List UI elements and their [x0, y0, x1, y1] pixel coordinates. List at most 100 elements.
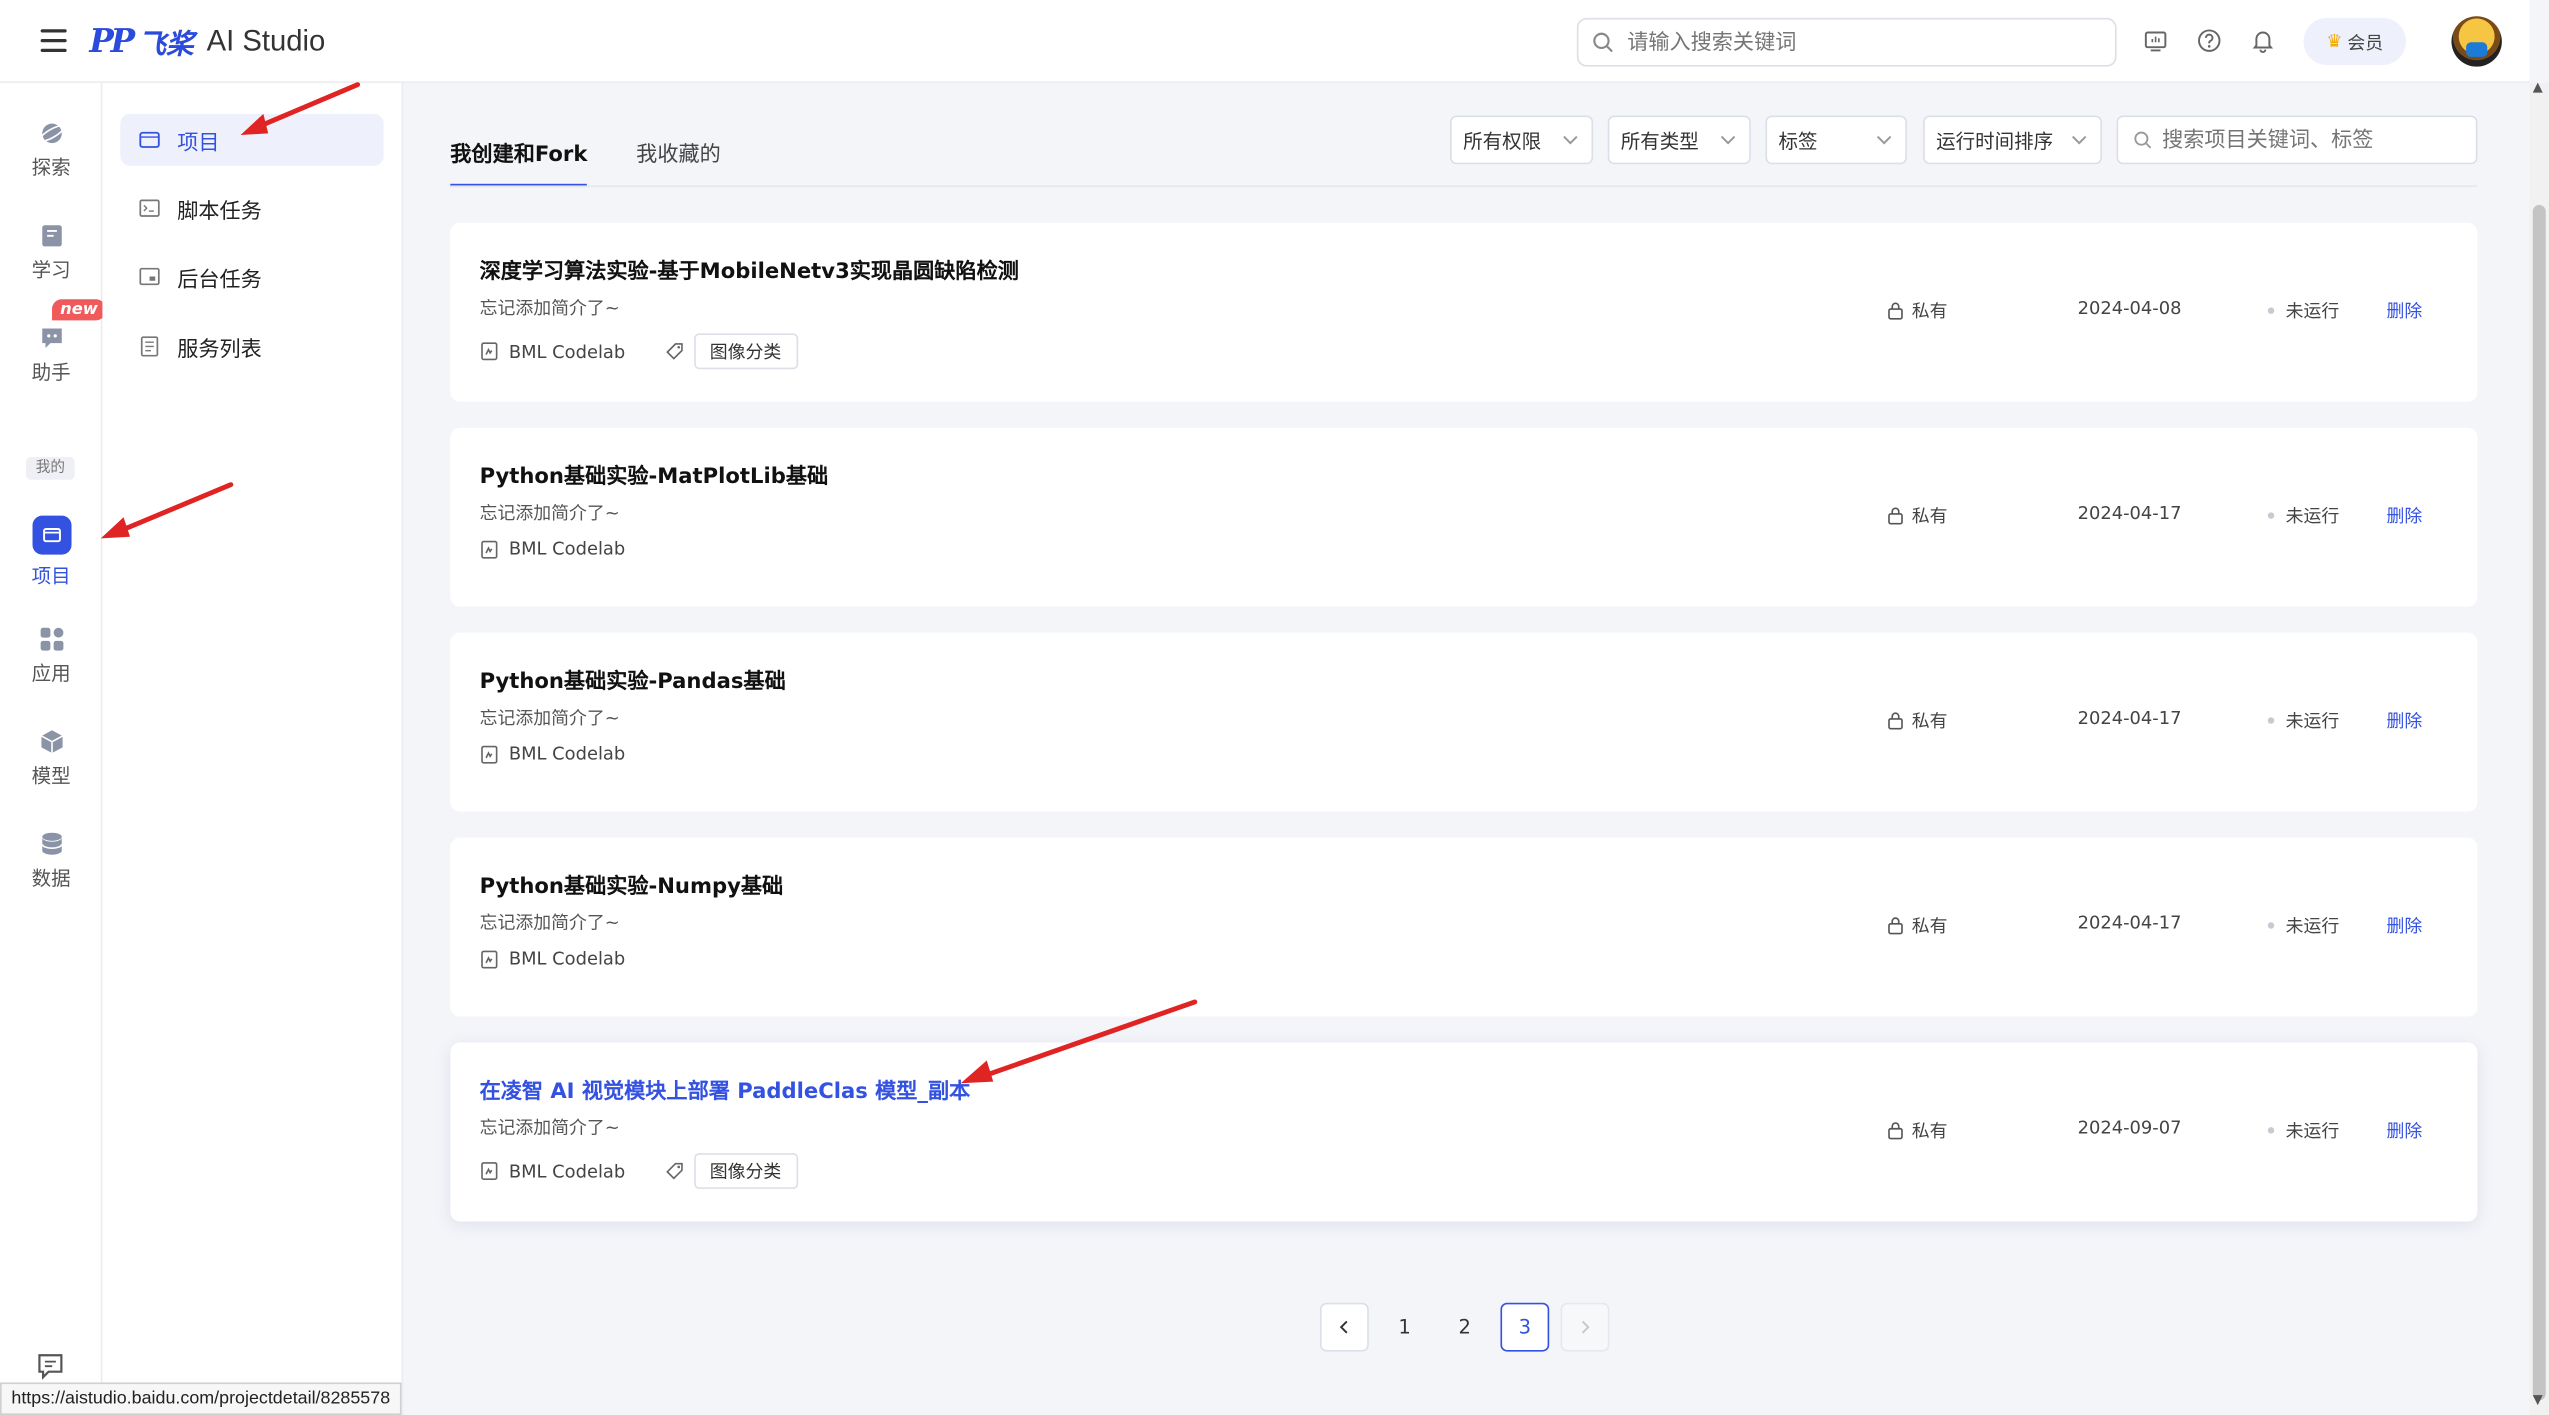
project-env: BML Codelab: [508, 538, 626, 560]
project-search-input[interactable]: [2162, 127, 2471, 153]
tab-created-and-fork[interactable]: 我创建和Fork: [450, 132, 588, 188]
project-title[interactable]: Python基础实验-Numpy基础: [480, 869, 784, 899]
page-2-button[interactable]: 2: [1440, 1303, 1489, 1352]
rail-item-models[interactable]: 模型: [0, 729, 102, 789]
scroll-up-icon[interactable]: ▲: [2533, 80, 2543, 95]
project-env: BML Codelab: [508, 743, 626, 765]
crown-icon: ♛: [2326, 30, 2343, 53]
chevron-right-icon: [1581, 1320, 1590, 1334]
project-card[interactable]: 深度学习算法实验-基于MobileNetv3实现晶圆缺陷检测 忘记添加简介了~ …: [450, 222, 2478, 402]
monitor-icon[interactable]: [2143, 28, 2169, 54]
rail-item-projects[interactable]: 项目: [0, 515, 102, 589]
project-title[interactable]: Python基础实验-MatPlotLib基础: [480, 459, 829, 489]
subnav-item-background-tasks[interactable]: 后台任务: [120, 250, 383, 302]
tag-filter[interactable]: 标签: [1765, 115, 1907, 165]
project-card[interactable]: Python基础实验-Pandas基础 忘记添加简介了~ BML Codelab…: [450, 632, 2478, 812]
tag-icon: [665, 1162, 683, 1180]
project-search[interactable]: [2116, 115, 2478, 165]
status-dot: [2267, 307, 2275, 314]
apps-grid-icon: [39, 627, 63, 651]
project-meta: BML Codelab: [480, 743, 626, 765]
bell-icon[interactable]: [2250, 28, 2276, 54]
project-title[interactable]: 深度学习算法实验-基于MobileNetv3实现晶圆缺陷检测: [480, 254, 1019, 284]
rail-label: 项目: [31, 564, 71, 588]
help-icon[interactable]: [2196, 28, 2222, 54]
delete-link[interactable]: 删除: [2386, 912, 2422, 938]
rail-label: 模型: [31, 764, 71, 788]
project-card[interactable]: Python基础实验-Numpy基础 忘记添加简介了~ BML Codelab …: [450, 837, 2478, 1017]
subnav-label: 脚本任务: [177, 199, 262, 224]
project-icon: [139, 131, 160, 148]
type-filter-value: 所有类型: [1620, 129, 1699, 153]
delete-link[interactable]: 删除: [2386, 708, 2422, 734]
next-page-button[interactable]: [1560, 1302, 1610, 1352]
project-privacy: 私有: [1886, 503, 1948, 529]
privacy-label: 私有: [1911, 300, 1948, 323]
status-label: 未运行: [2285, 300, 2340, 323]
project-privacy: 私有: [1886, 708, 1948, 734]
search-icon: [2134, 131, 2152, 149]
project-date: 2024-04-08: [2077, 297, 2182, 319]
delete-link[interactable]: 删除: [2386, 298, 2422, 324]
rail-item-apps[interactable]: 应用: [0, 626, 102, 686]
project-card[interactable]: 在凌智 AI 视觉模块上部署 PaddleClas 模型_副本 忘记添加简介了~…: [450, 1042, 2478, 1222]
status-dot: [2267, 1127, 2275, 1134]
menu-icon[interactable]: [40, 29, 67, 53]
project-title[interactable]: 在凌智 AI 视觉模块上部署 PaddleClas 模型_副本: [480, 1073, 971, 1104]
subnav-item-services[interactable]: 服务列表: [120, 320, 383, 372]
subnav-item-projects[interactable]: 项目: [120, 113, 384, 166]
project-tag[interactable]: 图像分类: [693, 1153, 798, 1189]
rail-item-data[interactable]: 数据: [0, 831, 102, 891]
project-subnav: 项目 脚本任务 后台任务 服务列表: [102, 82, 404, 1415]
vip-button[interactable]: ♛ 会员: [2303, 17, 2406, 66]
permission-filter-value: 所有权限: [1463, 129, 1542, 153]
project-env: BML Codelab: [508, 948, 626, 970]
rail-item-explore[interactable]: 探索: [0, 120, 102, 180]
project-icon: [31, 515, 71, 555]
project-title[interactable]: Python基础实验-Pandas基础: [480, 664, 786, 694]
tag-icon: [665, 343, 683, 360]
avatar[interactable]: [2451, 16, 2502, 67]
top-bar: PP 飞桨 AI Studio ♛ 会员: [0, 0, 2530, 83]
project-status: 未运行: [2267, 298, 2340, 324]
scrollbar-thumb[interactable]: [2532, 204, 2546, 1401]
feedback-icon[interactable]: [36, 1352, 65, 1381]
page-1-button[interactable]: 1: [1380, 1303, 1429, 1352]
scroll-down-icon[interactable]: ▼: [2533, 1392, 2543, 1407]
project-status: 未运行: [2267, 708, 2339, 734]
notebook-icon: [481, 342, 498, 361]
list-doc-icon: [140, 336, 159, 357]
project-privacy: 私有: [1886, 1117, 1948, 1143]
project-env: BML Codelab: [508, 1160, 626, 1182]
rail-item-learn[interactable]: 学习: [0, 223, 102, 283]
planet-icon: [38, 123, 65, 144]
type-filter[interactable]: 所有类型: [1607, 115, 1751, 165]
tab-favorites[interactable]: 我收藏的: [636, 132, 721, 187]
tag-filter-value: 标签: [1778, 129, 1818, 153]
rail-label: 应用: [31, 661, 71, 685]
delete-link[interactable]: 删除: [2386, 503, 2422, 529]
project-date: 2024-04-17: [2077, 912, 2182, 934]
delete-link[interactable]: 删除: [2386, 1117, 2422, 1143]
rail-item-assistant[interactable]: 助手: [0, 325, 102, 385]
privacy-label: 私有: [1911, 915, 1948, 937]
status-label: 未运行: [2285, 915, 2340, 937]
status-label: 未运行: [2285, 505, 2340, 527]
status-dot: [2267, 717, 2275, 724]
permission-filter[interactable]: 所有权限: [1450, 115, 1594, 165]
project-desc: 忘记添加简介了~: [479, 707, 620, 729]
logo-en: AI Studio: [206, 23, 326, 57]
project-card[interactable]: Python基础实验-MatPlotLib基础 忘记添加简介了~ BML Cod…: [450, 427, 2478, 607]
lock-icon: [1888, 507, 1903, 525]
page-3-button[interactable]: 3: [1500, 1302, 1550, 1352]
project-tag[interactable]: 图像分类: [693, 333, 798, 370]
status-dot: [2267, 922, 2275, 929]
prev-page-button[interactable]: [1320, 1302, 1369, 1352]
global-search-input[interactable]: [1627, 30, 2083, 55]
subnav-item-scripts[interactable]: 脚本任务: [120, 182, 383, 234]
sort-filter[interactable]: 运行时间排序: [1923, 115, 2102, 165]
vertical-scrollbar[interactable]: ▲ ▼: [2529, 80, 2549, 1415]
book-icon: [41, 225, 61, 247]
global-search[interactable]: [1576, 17, 2117, 67]
logo[interactable]: PP 飞桨 AI Studio: [89, 20, 325, 62]
